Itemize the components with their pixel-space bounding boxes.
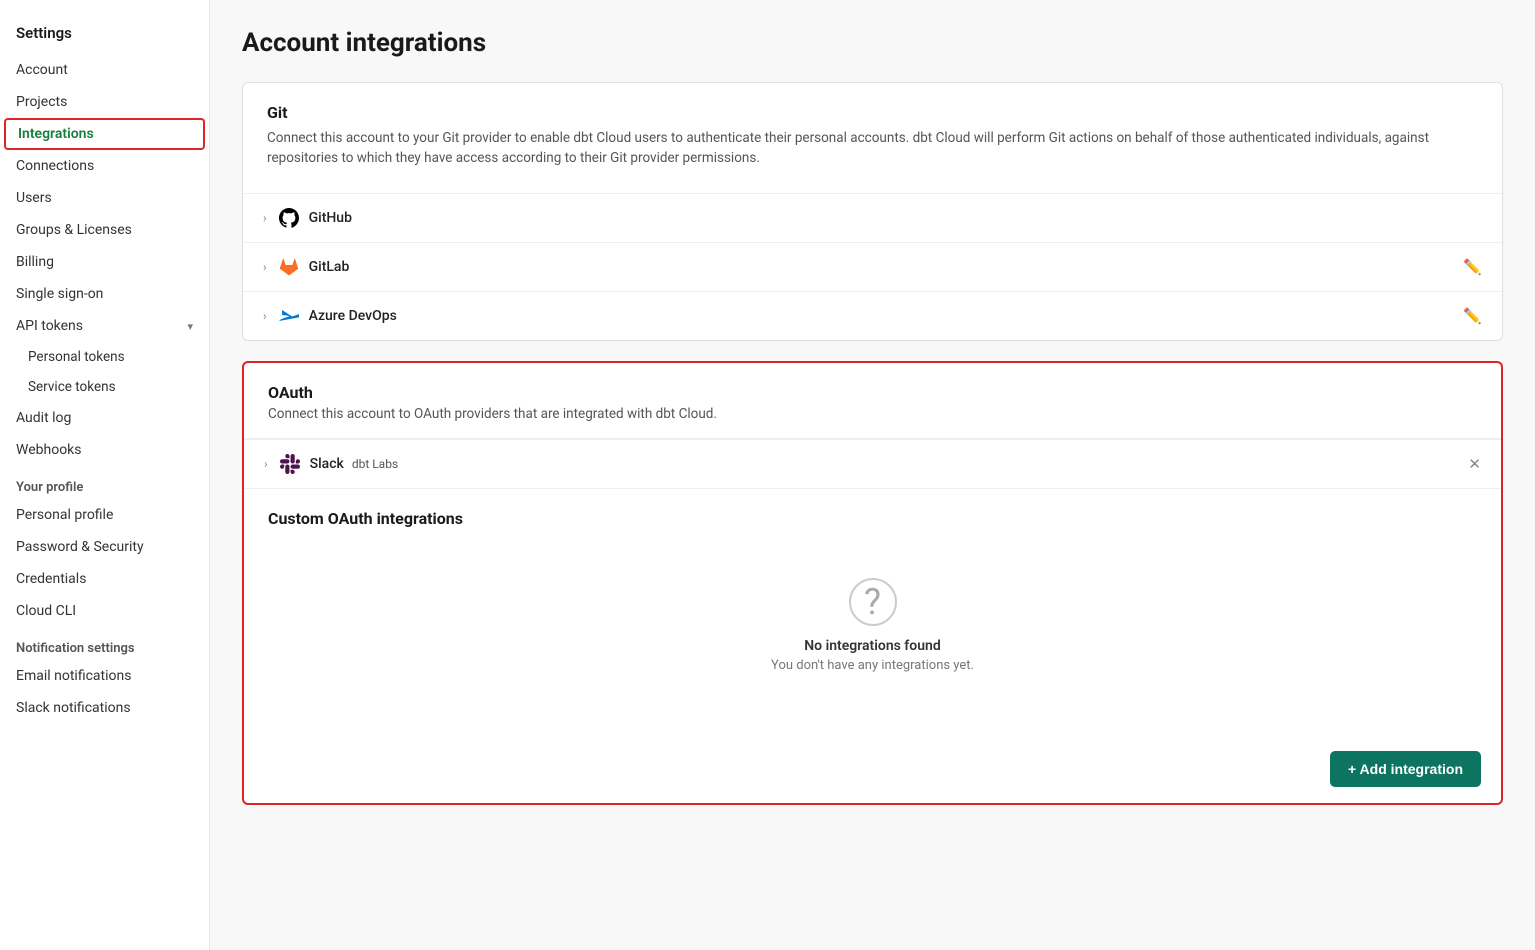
sidebar-item-webhooks[interactable]: Webhooks — [0, 434, 209, 466]
gitlab-expand-chevron-icon: › — [263, 260, 267, 274]
sidebar: Settings Account Projects Integrations C… — [0, 0, 210, 950]
empty-state-subtitle: You don't have any integrations yet. — [771, 658, 974, 673]
notification-section-label: Notification settings — [0, 627, 209, 660]
add-integration-button[interactable]: + Add integration — [1330, 751, 1481, 787]
sidebar-item-personal-profile[interactable]: Personal profile — [0, 499, 209, 531]
sidebar-item-credentials[interactable]: Credentials — [0, 563, 209, 595]
oauth-section-description: Connect this account to OAuth providers … — [268, 406, 1477, 422]
gitlab-actions: ✏️ — [1463, 258, 1482, 276]
git-card: Git Connect this account to your Git pro… — [242, 82, 1503, 341]
custom-oauth-section: Custom OAuth integrations ? No integrati… — [244, 489, 1501, 739]
slack-label: Slack — [310, 456, 344, 472]
profile-section-label: Your profile — [0, 466, 209, 499]
oauth-section: OAuth Connect this account to OAuth prov… — [244, 363, 1501, 439]
sidebar-item-email-notifications[interactable]: Email notifications — [0, 660, 209, 692]
gitlab-edit-icon[interactable]: ✏️ — [1463, 258, 1482, 276]
sidebar-item-integrations[interactable]: Integrations — [4, 118, 205, 150]
github-integration-row[interactable]: › GitHub — [243, 193, 1502, 242]
sidebar-item-connections[interactable]: Connections — [0, 150, 209, 182]
empty-state-title: No integrations found — [804, 638, 940, 654]
add-integration-btn-wrapper: + Add integration — [244, 739, 1501, 803]
github-icon — [279, 208, 299, 228]
sidebar-item-audit-log[interactable]: Audit log — [0, 402, 209, 434]
github-expand-chevron-icon: › — [263, 211, 267, 225]
slack-actions: ✕ — [1468, 455, 1481, 473]
azure-expand-chevron-icon: › — [263, 309, 267, 323]
gitlab-icon — [279, 257, 299, 277]
sidebar-item-password-security[interactable]: Password & Security — [0, 531, 209, 563]
sidebar-item-sso[interactable]: Single sign-on — [0, 278, 209, 310]
sidebar-item-cloud-cli[interactable]: Cloud CLI — [0, 595, 209, 627]
main-content: Account integrations Git Connect this ac… — [210, 0, 1535, 950]
azure-integration-row[interactable]: › Azure DevOps ✏️ — [243, 291, 1502, 340]
api-tokens-chevron-icon: ▾ — [187, 320, 193, 333]
sidebar-item-api-tokens[interactable]: API tokens ▾ — [0, 310, 209, 342]
git-card-header: Git Connect this account to your Git pro… — [243, 83, 1502, 193]
oauth-card: OAuth Connect this account to OAuth prov… — [242, 361, 1503, 805]
empty-state-question-icon: ? — [849, 578, 897, 626]
sidebar-item-slack-notifications[interactable]: Slack notifications — [0, 692, 209, 724]
oauth-section-title: OAuth — [268, 383, 1477, 402]
azure-edit-icon[interactable]: ✏️ — [1463, 307, 1482, 325]
sidebar-item-billing[interactable]: Billing — [0, 246, 209, 278]
sidebar-item-users[interactable]: Users — [0, 182, 209, 214]
slack-expand-chevron-icon: › — [264, 457, 268, 471]
sidebar-item-account[interactable]: Account — [0, 54, 209, 86]
git-card-description: Connect this account to your Git provide… — [267, 128, 1478, 169]
gitlab-integration-row[interactable]: › GitLab ✏️ — [243, 242, 1502, 291]
slack-icon — [280, 454, 300, 474]
azure-devops-label: Azure DevOps — [309, 308, 397, 324]
slack-tag: dbt Labs — [352, 457, 398, 471]
slack-integration-row[interactable]: › Slack dbt Labs ✕ — [244, 439, 1501, 488]
azure-devops-icon — [279, 306, 299, 326]
slack-remove-icon[interactable]: ✕ — [1468, 455, 1481, 473]
git-card-title: Git — [267, 103, 1478, 122]
sidebar-item-personal-tokens[interactable]: Personal tokens — [0, 342, 209, 372]
sidebar-item-groups-licenses[interactable]: Groups & Licenses — [0, 214, 209, 246]
sidebar-item-projects[interactable]: Projects — [0, 86, 209, 118]
custom-oauth-title: Custom OAuth integrations — [268, 509, 1477, 528]
page-title: Account integrations — [242, 28, 1503, 58]
sidebar-item-service-tokens[interactable]: Service tokens — [0, 372, 209, 402]
sidebar-title: Settings — [0, 16, 209, 54]
gitlab-label: GitLab — [309, 259, 350, 275]
empty-state: ? No integrations found You don't have a… — [268, 548, 1477, 723]
azure-actions: ✏️ — [1463, 307, 1482, 325]
github-label: GitHub — [309, 210, 352, 226]
